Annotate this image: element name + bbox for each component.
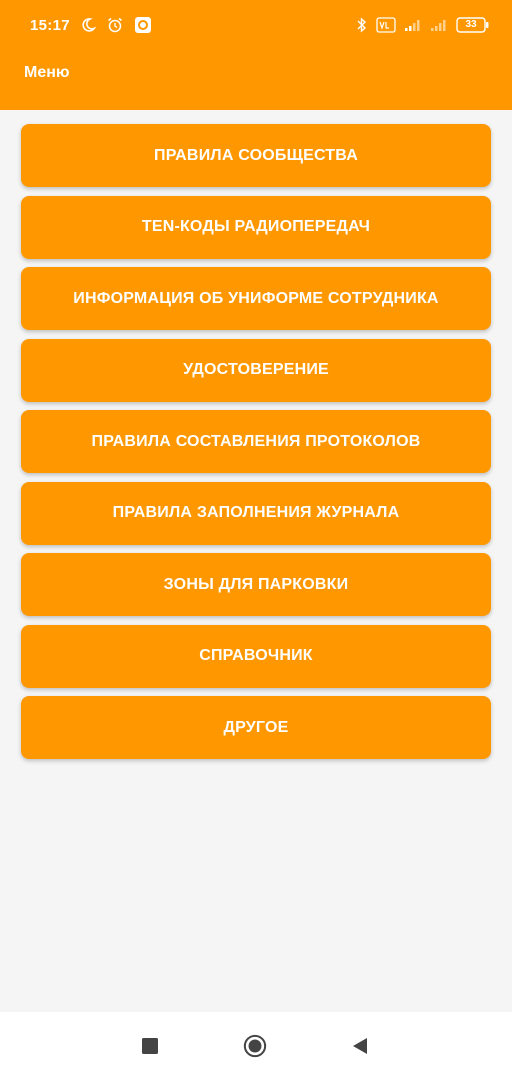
signal-icon bbox=[404, 18, 422, 32]
navigation-bar bbox=[0, 1012, 512, 1080]
battery-icon: 33 bbox=[456, 17, 490, 33]
menu-button-uniform-info[interactable]: ИНФОРМАЦИЯ ОБ УНИФОРМЕ СОТРУДНИКА bbox=[21, 267, 491, 330]
signal-icon bbox=[430, 18, 448, 32]
menu-button-label: TEN-КОДЫ РАДИОПЕРЕДАЧ bbox=[141, 218, 371, 235]
menu-button-community-rules[interactable]: ПРАВИЛА СООБЩЕСТВА bbox=[21, 124, 491, 187]
menu-button-protocol-rules[interactable]: ПРАВИЛА СОСТАВЛЕНИЯ ПРОТОКОЛОВ bbox=[21, 410, 491, 473]
page-title: Меню bbox=[24, 64, 70, 81]
menu-button-label: ДРУГОЕ bbox=[223, 718, 289, 736]
menu-button-journal-rules[interactable]: ПРАВИЛА ЗАПОЛНЕНИЯ ЖУРНАЛА bbox=[21, 481, 491, 545]
back-triangle-icon[interactable] bbox=[348, 1034, 372, 1058]
recents-square-icon[interactable] bbox=[138, 1034, 162, 1058]
menu-button-ten-codes[interactable]: TEN-КОДЫ РАДИОПЕРЕДАЧ bbox=[21, 195, 491, 259]
menu-button-label: ИНФОРМАЦИЯ ОБ УНИФОРМЕ СОТРУДНИКА bbox=[73, 289, 439, 307]
menu-button-label: СПРАВОЧНИК bbox=[199, 647, 313, 664]
screen-record-icon bbox=[134, 16, 152, 34]
menu-button-label: ПРАВИЛА ЗАПОЛНЕНИЯ ЖУРНАЛА bbox=[112, 504, 400, 521]
menu-button-other[interactable]: ДРУГОЕ bbox=[21, 696, 491, 759]
home-circle-icon[interactable] bbox=[243, 1034, 267, 1058]
menu-button-label: ПРАВИЛА СОСТАВЛЕНИЯ ПРОТОКОЛОВ bbox=[91, 432, 421, 450]
menu-button-label: ЗОНЫ ДЛЯ ПАРКОВКИ bbox=[163, 575, 349, 593]
status-time: 15:17 bbox=[30, 16, 70, 34]
app-bar: 15:17 33 Меню bbox=[0, 0, 512, 110]
menu-button-parking-zones[interactable]: ЗОНЫ ДЛЯ ПАРКОВКИ bbox=[21, 553, 491, 616]
bluetooth-icon bbox=[356, 17, 368, 33]
moon-icon bbox=[80, 17, 96, 33]
battery-level: 33 bbox=[465, 19, 477, 30]
menu-button-reference[interactable]: СПРАВОЧНИК bbox=[21, 624, 491, 688]
menu-button-label: УДОСТОВЕРЕНИЕ bbox=[183, 361, 329, 378]
status-bar: 15:17 33 bbox=[0, 0, 512, 50]
volte-icon bbox=[376, 17, 396, 33]
menu-button-label: ПРАВИЛА СООБЩЕСТВА bbox=[154, 146, 358, 164]
menu-list: ПРАВИЛА СООБЩЕСТВА TEN-КОДЫ РАДИОПЕРЕДАЧ… bbox=[21, 124, 491, 768]
alarm-icon bbox=[106, 16, 124, 34]
menu-button-id-card[interactable]: УДОСТОВЕРЕНИЕ bbox=[21, 338, 491, 402]
